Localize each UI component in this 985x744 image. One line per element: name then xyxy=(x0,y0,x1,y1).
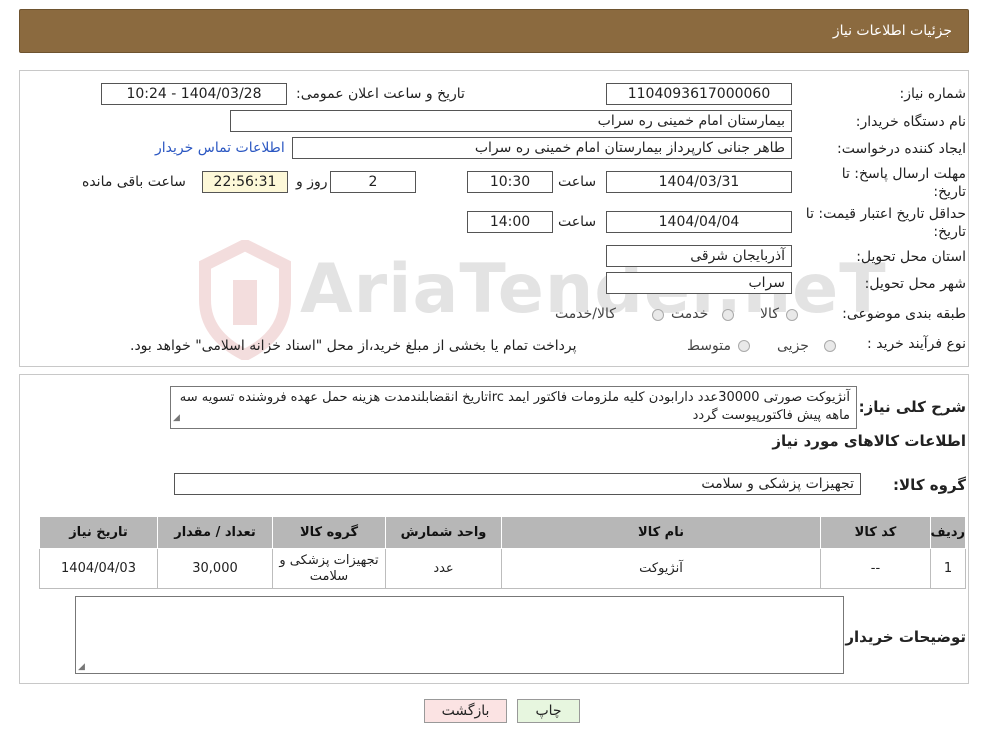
reply-deadline-label-2: تاریخ: xyxy=(933,184,966,200)
province-field: آذربایجان شرقی xyxy=(606,245,792,267)
category-radio-goods[interactable] xyxy=(786,309,798,321)
need-number-label: شماره نیاز: xyxy=(899,86,967,102)
description-label: شرح کلی نیاز: xyxy=(858,398,966,416)
cell-need-date: 1404/04/03 xyxy=(39,548,158,589)
requester-field: طاهر جنانی کارپرداز بیمارستان امام خمینی… xyxy=(292,137,792,159)
goods-group-label: گروه کالا: xyxy=(893,476,966,494)
process-note: پرداخت تمام یا بخشی از مبلغ خرید،از محل … xyxy=(130,338,577,354)
process-label: نوع فرآیند خرید : xyxy=(867,336,966,352)
col-need-date: تاریخ نیاز xyxy=(39,516,158,549)
price-validity-label-2: تاریخ: xyxy=(933,224,966,240)
city-field: سراب xyxy=(606,272,792,294)
col-unit: واحد شمارش xyxy=(385,516,502,549)
cell-row-number: 1 xyxy=(930,548,966,589)
goods-group-field: تجهیزات پزشکی و سلامت xyxy=(174,473,861,495)
buyer-org-label: نام دستگاه خریدار: xyxy=(855,114,966,130)
requester-label: ایجاد کننده درخواست: xyxy=(837,141,966,157)
process-option-minor: جزیی xyxy=(777,338,809,354)
back-button[interactable]: بازگشت xyxy=(424,699,507,723)
col-goods-code: کد کالا xyxy=(820,516,931,549)
process-radio-minor[interactable] xyxy=(824,340,836,352)
goods-table: ردیف کد کالا نام کالا واحد شمارش گروه کا… xyxy=(39,516,966,589)
province-label: استان محل تحویل: xyxy=(856,249,966,265)
category-label: طبقه بندی موضوعی: xyxy=(842,306,966,322)
resize-grip-icon[interactable]: ◢ xyxy=(173,409,180,427)
remaining-time-field: 22:56:31 xyxy=(202,171,288,193)
print-button[interactable]: چاپ xyxy=(517,699,580,723)
validity-time-label: ساعت xyxy=(558,214,597,230)
col-row-number: ردیف xyxy=(930,516,966,549)
reply-time-field: 10:30 xyxy=(467,171,553,193)
category-option-goods-service: کالا/خدمت xyxy=(555,306,616,322)
price-validity-label: حداقل تاریخ اعتبار قیمت: تا xyxy=(805,206,966,222)
category-option-goods: کالا xyxy=(760,306,779,322)
category-option-service: خدمت xyxy=(671,306,709,322)
buyer-notes-label: توضیحات خریدار: xyxy=(839,628,966,646)
category-radio-goods-service[interactable] xyxy=(652,309,664,321)
resize-grip-icon[interactable]: ◢ xyxy=(78,662,85,672)
description-text: آنژیوکت صورتی 30000عدد دارابودن کلیه ملز… xyxy=(179,390,850,423)
process-radio-medium[interactable] xyxy=(738,340,750,352)
reply-date-field: 1404/03/31 xyxy=(606,171,792,193)
reply-deadline-label: مهلت ارسال پاسخ: تا xyxy=(841,166,966,182)
description-field: آنژیوکت صورتی 30000عدد دارابودن کلیه ملز… xyxy=(170,386,857,429)
buyer-contact-link[interactable]: اطلاعات تماس خریدار xyxy=(155,140,285,156)
page-header: جزئیات اطلاعات نیاز xyxy=(19,9,969,53)
days-label: روز و xyxy=(296,174,328,190)
category-radio-service[interactable] xyxy=(722,309,734,321)
buyer-notes-field[interactable]: ◢ xyxy=(75,596,844,674)
cell-goods-group: تجهیزات پزشکی و سلامت xyxy=(272,548,386,589)
buyer-org-field: بیمارستان امام خمینی ره سراب xyxy=(230,110,792,132)
validity-time-field: 14:00 xyxy=(467,211,553,233)
need-number-field: 1104093617000060 xyxy=(606,83,792,105)
page-title: جزئیات اطلاعات نیاز xyxy=(832,23,952,39)
process-option-medium: متوسط xyxy=(687,338,731,354)
cell-quantity: 30,000 xyxy=(157,548,273,589)
remaining-time-label: ساعت باقی مانده xyxy=(82,174,186,190)
city-label: شهر محل تحویل: xyxy=(864,276,966,292)
table-row: 1 -- آنژیوکت عدد تجهیزات پزشکی و سلامت 3… xyxy=(39,548,966,589)
cell-goods-code: -- xyxy=(820,548,931,589)
col-goods-group: گروه کالا xyxy=(272,516,386,549)
cell-unit: عدد xyxy=(385,548,502,589)
cell-goods-name: آنژیوکت xyxy=(501,548,821,589)
reply-time-label: ساعت xyxy=(558,174,597,190)
days-field: 2 xyxy=(330,171,416,193)
goods-section-title: اطلاعات کالاهای مورد نیاز xyxy=(772,432,966,450)
table-header-row: ردیف کد کالا نام کالا واحد شمارش گروه کا… xyxy=(39,516,966,549)
validity-date-field: 1404/04/04 xyxy=(606,211,792,233)
announce-label: تاریخ و ساعت اعلان عمومی: xyxy=(296,86,465,102)
col-quantity: تعداد / مقدار xyxy=(157,516,273,549)
announce-field: 1404/03/28 - 10:24 xyxy=(101,83,287,105)
col-goods-name: نام کالا xyxy=(501,516,821,549)
